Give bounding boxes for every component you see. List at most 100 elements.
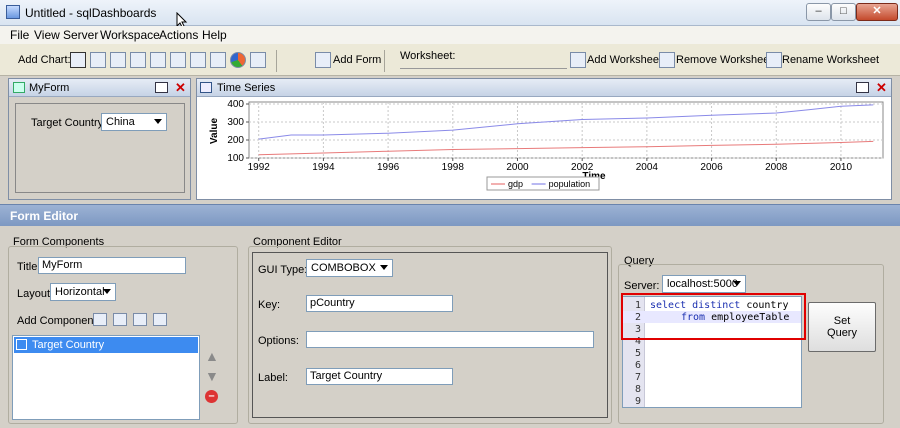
list-item-label: Target Country — [32, 339, 105, 351]
form-title-value: MyForm — [42, 259, 83, 271]
menu-server[interactable]: Server — [63, 28, 98, 42]
remove-worksheet-icon[interactable] — [659, 52, 675, 68]
minimize-button[interactable]: – — [806, 3, 831, 21]
x-tick-label: 2008 — [765, 162, 788, 173]
menu-file[interactable]: File — [10, 28, 29, 42]
label-label: Label: — [258, 372, 288, 384]
add-checkbox-icon[interactable] — [133, 313, 147, 326]
options-input[interactable] — [306, 331, 594, 348]
close-panel-icon[interactable]: ✕ — [175, 80, 186, 96]
bar-chart-icon[interactable] — [110, 52, 126, 68]
timeseries-panel: Time Series ✕ 100 200 300 400 1992 1994 1996 19… — [196, 78, 892, 200]
rename-worksheet-icon[interactable] — [766, 52, 782, 68]
app-icon — [6, 5, 20, 19]
gui-type-combo[interactable]: COMBOBOX — [306, 259, 393, 277]
add-chart-label: Add Chart: — [18, 54, 71, 66]
rename-worksheet-button[interactable]: Rename Worksheet — [782, 54, 879, 66]
component-list[interactable]: Target Country — [12, 335, 200, 420]
legend-entry: population — [549, 179, 591, 189]
add-worksheet-button[interactable]: Add Worksheet — [587, 54, 662, 66]
toolbar-separator — [276, 50, 277, 72]
add-worksheet-icon[interactable] — [570, 52, 586, 68]
x-tick-label: 1996 — [377, 162, 400, 173]
x-tick-label: 2000 — [506, 162, 529, 173]
gui-type-label: GUI Type: — [258, 264, 308, 276]
timeseries-chart-icon[interactable] — [70, 52, 86, 68]
highlight-annotation-box — [621, 293, 806, 340]
y-axis-label: Value — [209, 118, 220, 145]
set-query-button[interactable]: Set Query — [808, 302, 876, 352]
add-component-label: Add Component — [17, 315, 97, 327]
plot-area — [248, 101, 884, 159]
x-tick-label: 2006 — [700, 162, 723, 173]
set-query-label-2: Query — [827, 327, 857, 339]
target-country-value: China — [106, 116, 135, 128]
maximize-panel-button[interactable] — [856, 82, 869, 93]
menu-actions[interactable]: Actions — [159, 28, 198, 42]
key-value: pCountry — [310, 297, 355, 309]
title-label: Title — [17, 261, 38, 273]
timeseries-panel-header: Time Series ✕ — [197, 79, 891, 97]
menu-view[interactable]: View — [34, 28, 60, 42]
myform-panel-title: MyForm — [29, 82, 70, 94]
maximize-panel-button[interactable] — [155, 82, 168, 93]
maximize-button[interactable]: □ — [831, 3, 856, 21]
close-panel-icon[interactable]: ✕ — [876, 80, 887, 96]
key-input[interactable]: pCountry — [306, 295, 453, 312]
options-label: Options: — [258, 335, 299, 347]
histogram-icon[interactable] — [190, 52, 206, 68]
set-query-label-1: Set — [833, 315, 851, 327]
key-label: Key: — [258, 299, 281, 311]
layout-value: Horizontal — [55, 286, 105, 298]
move-up-icon[interactable]: ▲ — [205, 348, 219, 364]
add-form-icon[interactable] — [315, 52, 331, 68]
myform-panel-header: MyForm ✕ — [9, 79, 190, 97]
line-number: 9 — [634, 396, 641, 407]
window-title: Untitled - sqlDashboards — [25, 6, 157, 20]
label-value: Target Country — [310, 370, 383, 382]
table-icon[interactable] — [150, 52, 166, 68]
worksheet-tabs-area[interactable] — [400, 68, 567, 71]
remove-component-icon[interactable]: – — [205, 390, 218, 403]
add-combobox-icon[interactable] — [93, 313, 107, 326]
form-editor-header: Form Editor — [0, 204, 900, 226]
add-textfield-icon[interactable] — [153, 313, 167, 326]
y-tick-label: 400 — [227, 99, 244, 110]
layout-combo[interactable]: Horizontal — [50, 283, 116, 301]
form-title-input[interactable]: MyForm — [38, 257, 186, 274]
chart-icon — [200, 82, 212, 93]
stacked-bar-icon[interactable] — [130, 52, 146, 68]
target-country-combo[interactable]: China — [101, 113, 167, 131]
line-chart-icon[interactable] — [90, 52, 106, 68]
menu-help[interactable]: Help — [202, 28, 227, 42]
menu-workspace[interactable]: Workspace — [100, 28, 160, 42]
add-list-icon[interactable] — [113, 313, 127, 326]
title-bar: Untitled - sqlDashboards – □ ✕ — [0, 0, 900, 30]
worksheet-label: Worksheet: — [400, 50, 456, 62]
server-value: localhost:5000 — [667, 278, 738, 290]
move-down-icon[interactable]: ▼ — [205, 368, 219, 384]
pie-chart-icon[interactable] — [230, 52, 246, 68]
close-button[interactable]: ✕ — [856, 3, 898, 21]
server-combo[interactable]: localhost:5000 — [662, 275, 746, 293]
gui-type-value: COMBOBOX — [311, 262, 376, 274]
layout-label: Layout — [17, 288, 51, 300]
x-tick-label: 2004 — [636, 162, 659, 173]
heatmap-icon[interactable] — [170, 52, 186, 68]
menu-bar: File View Server Workspace Actions Help — [0, 26, 900, 44]
x-tick-label: 1998 — [442, 162, 465, 173]
remove-worksheet-button[interactable]: Remove Worksheet — [676, 54, 772, 66]
scatter-plot-icon[interactable] — [250, 52, 266, 68]
target-country-label: Target Country — [31, 117, 104, 129]
y-tick-label: 100 — [227, 153, 244, 164]
add-form-button[interactable]: Add Form — [333, 54, 381, 66]
label-input[interactable]: Target Country — [306, 368, 453, 385]
scatter-line-icon[interactable] — [210, 52, 226, 68]
list-item[interactable]: Target Country — [14, 337, 198, 353]
y-tick-label: 300 — [227, 117, 244, 128]
legend-entry: gdp — [508, 179, 523, 189]
toolbar: Add Chart: Add Form Worksheet: Add Works… — [0, 44, 900, 76]
x-tick-label: 1992 — [248, 162, 271, 173]
line-number: 7 — [634, 372, 641, 383]
timeseries-panel-title: Time Series — [217, 82, 276, 94]
